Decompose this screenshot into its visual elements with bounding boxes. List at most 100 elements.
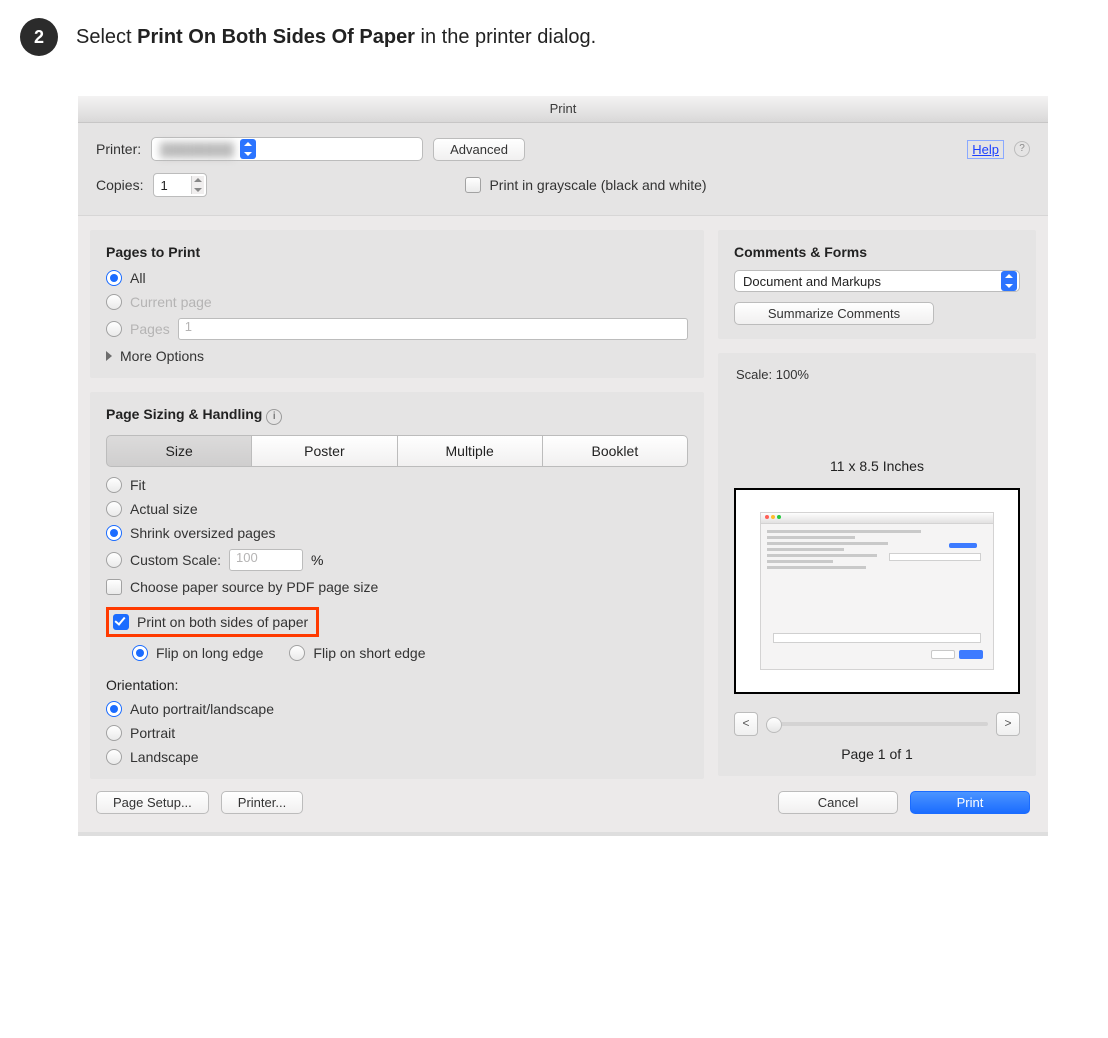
step-number-badge: 2 [20,18,58,56]
shrink-label: Shrink oversized pages [130,525,276,541]
pages-current-label: Current page [130,294,212,310]
radio-icon [106,701,122,717]
step-instruction: Select Print On Both Sides Of Paper in t… [76,26,596,49]
printer-button[interactable]: Printer... [221,791,303,814]
preview-panel: Scale: 100% 11 x 8.5 Inches [718,353,1036,776]
step-text-suffix: in the printer dialog. [415,26,596,48]
orientation-label: Orientation: [106,677,178,693]
radio-icon [106,525,122,541]
page-dimensions: 11 x 8.5 Inches [734,458,1020,474]
more-options-label: More Options [120,348,204,364]
pages-to-print-header: Pages to Print [106,244,688,260]
radio-icon [106,294,122,310]
actual-size-radio[interactable]: Actual size [106,501,198,517]
auto-orientation-radio[interactable]: Auto portrait/landscape [106,701,274,717]
radio-icon [106,501,122,517]
both-sides-checkbox[interactable]: Print on both sides of paper [113,614,308,630]
radio-icon [106,725,122,741]
custom-scale-input[interactable]: 100 [229,549,303,571]
page-counter: Page 1 of 1 [734,746,1020,762]
copies-stepper[interactable]: 1 [153,173,207,197]
checkbox-icon [465,177,481,193]
page-setup-button[interactable]: Page Setup... [96,791,209,814]
checkbox-icon [113,614,129,630]
fit-radio[interactable]: Fit [106,477,146,493]
custom-scale-radio[interactable]: Custom Scale: [106,552,221,568]
disclosure-arrow-icon [106,351,112,361]
cancel-button[interactable]: Cancel [778,791,898,814]
page-sizing-panel: Page Sizing & Handling i Size Poster Mul… [90,392,704,779]
comments-forms-value: Document and Markups [743,274,881,289]
portrait-label: Portrait [130,725,175,741]
checkbox-icon [106,579,122,595]
flip-long-label: Flip on long edge [156,645,263,661]
next-page-button[interactable]: > [996,712,1020,736]
sizing-segmented-control: Size Poster Multiple Booklet [106,435,688,467]
radio-icon [106,477,122,493]
radio-icon [289,645,305,661]
comments-forms-header: Comments & Forms [734,244,1020,260]
pages-to-print-panel: Pages to Print All Current page [90,230,704,378]
shrink-radio[interactable]: Shrink oversized pages [106,525,276,541]
pages-all-radio[interactable]: All [106,270,146,286]
radio-icon [106,749,122,765]
chevron-updown-icon [1001,271,1017,291]
page-sizing-header-text: Page Sizing & Handling [106,406,262,422]
flip-long-radio[interactable]: Flip on long edge [132,645,263,661]
radio-icon [132,645,148,661]
dialog-footer: Page Setup... Printer... Cancel Print [78,779,1048,832]
actual-size-label: Actual size [130,501,198,517]
paper-source-label: Choose paper source by PDF page size [130,579,378,595]
portrait-radio[interactable]: Portrait [106,725,175,741]
pages-current-radio[interactable]: Current page [106,294,212,310]
tab-booklet[interactable]: Booklet [543,435,688,467]
pages-range-input[interactable]: 1 [178,318,688,340]
advanced-button[interactable]: Advanced [433,138,525,161]
tab-poster[interactable]: Poster [252,435,397,467]
print-dialog-screenshot: Print Printer: ████████ Advanced Help ? … [78,96,1048,836]
page-preview [734,488,1020,694]
dialog-title: Print [78,96,1048,123]
step-text-prefix: Select [76,26,137,48]
summarize-comments-button[interactable]: Summarize Comments [734,302,934,325]
copies-label: Copies: [96,177,143,193]
prev-page-button[interactable]: < [734,712,758,736]
stepper-updown-icon [191,176,204,194]
flip-short-label: Flip on short edge [313,645,425,661]
comments-forms-select[interactable]: Document and Markups [734,270,1020,292]
comments-forms-panel: Comments & Forms Document and Markups Su… [718,230,1036,339]
tab-multiple[interactable]: Multiple [398,435,543,467]
flip-short-radio[interactable]: Flip on short edge [289,645,425,661]
step-text-bold: Print On Both Sides Of Paper [137,26,415,48]
help-icon[interactable]: ? [1014,141,1030,157]
print-button[interactable]: Print [910,791,1030,814]
scale-label: Scale: 100% [734,367,1020,388]
auto-orientation-label: Auto portrait/landscape [130,701,274,717]
radio-icon [106,552,122,568]
grayscale-checkbox[interactable]: Print in grayscale (black and white) [465,177,706,193]
printer-label: Printer: [96,141,141,157]
landscape-radio[interactable]: Landscape [106,749,199,765]
pages-all-label: All [130,270,146,286]
copies-value: 1 [160,178,167,193]
page-slider[interactable] [766,722,988,726]
landscape-label: Landscape [130,749,199,765]
pages-range-radio[interactable]: Pages [106,321,170,337]
both-sides-label: Print on both sides of paper [137,614,308,630]
radio-icon [106,321,122,337]
pages-range-label: Pages [130,321,170,337]
printer-select[interactable]: ████████ [151,137,423,161]
custom-scale-label: Custom Scale: [130,552,221,568]
chevron-updown-icon [240,139,256,159]
fit-label: Fit [130,477,146,493]
tab-size[interactable]: Size [106,435,252,467]
step-row: 2 Select Print On Both Sides Of Paper in… [20,18,1088,56]
help-link[interactable]: Help [967,140,1004,159]
page-sizing-header: Page Sizing & Handling i [106,406,688,425]
grayscale-label: Print in grayscale (black and white) [489,177,706,193]
paper-source-checkbox[interactable]: Choose paper source by PDF page size [106,579,378,595]
both-sides-highlight: Print on both sides of paper [106,607,319,637]
more-options-disclosure[interactable]: More Options [106,348,688,364]
info-icon[interactable]: i [266,409,282,425]
percent-label: % [311,552,323,568]
